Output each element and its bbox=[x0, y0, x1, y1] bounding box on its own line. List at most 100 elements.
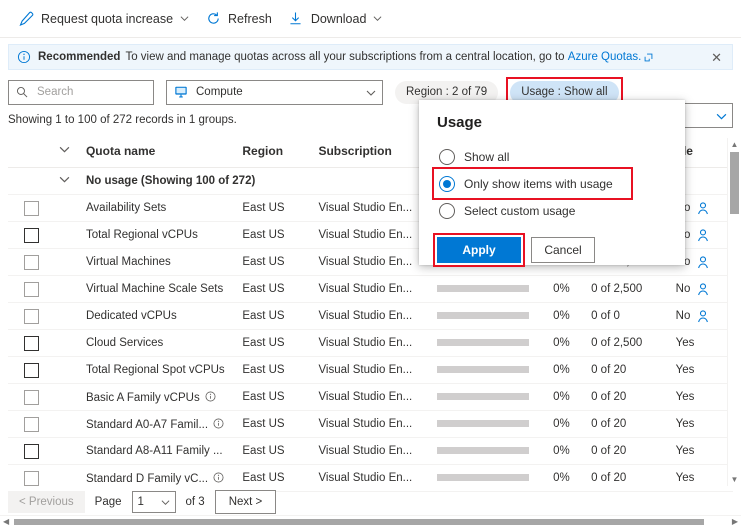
adjustable-label: Yes bbox=[675, 391, 695, 403]
info-circle-icon[interactable] bbox=[205, 391, 216, 402]
table-row[interactable]: Total Regional Spot vCPUs East US Visual S… bbox=[8, 356, 733, 384]
radio-show-all[interactable]: Show all bbox=[437, 143, 667, 170]
person-icon[interactable] bbox=[697, 255, 709, 269]
quota-name-label: Standard A8-A11 Family ... bbox=[85, 445, 223, 457]
close-icon[interactable]: ✕ bbox=[709, 49, 724, 66]
person-icon[interactable] bbox=[697, 282, 709, 296]
cell-usage-bar bbox=[432, 464, 550, 492]
cell-region: East US bbox=[238, 329, 315, 357]
page-count-label: of 3 bbox=[185, 496, 205, 508]
scroll-up-icon[interactable]: ▲ bbox=[730, 140, 739, 149]
row-checkbox[interactable] bbox=[23, 254, 39, 270]
request-quota-increase-button[interactable]: Request quota increase bbox=[10, 5, 197, 33]
quota-name-label: Total Regional Spot vCPUs bbox=[85, 364, 225, 376]
usage-progress-bar bbox=[436, 285, 529, 293]
scroll-down-icon[interactable]: ▼ bbox=[730, 475, 739, 484]
chevron-down-icon[interactable] bbox=[180, 14, 189, 23]
cell-usage-percent: 0% bbox=[549, 437, 588, 465]
vertical-scroll-thumb[interactable] bbox=[730, 152, 739, 214]
row-checkbox[interactable] bbox=[23, 200, 39, 216]
cell-current-limit: 0 of 0 bbox=[587, 302, 672, 330]
cell-region: East US bbox=[238, 464, 315, 492]
usage-progress-bar bbox=[436, 474, 529, 482]
quota-name-label: Virtual Machines bbox=[85, 256, 171, 268]
chevron-down-icon[interactable] bbox=[373, 14, 382, 23]
cancel-button[interactable]: Cancel bbox=[531, 237, 595, 263]
scroll-right-icon[interactable]: ▶ bbox=[732, 517, 738, 527]
horizontal-scroll-thumb[interactable] bbox=[14, 519, 704, 525]
radio-circle-icon[interactable] bbox=[439, 202, 455, 219]
cell-region: East US bbox=[238, 248, 315, 276]
row-checkbox[interactable] bbox=[23, 362, 39, 378]
table-row[interactable]: Cloud Services East US Visual Studio En...… bbox=[8, 329, 733, 357]
row-checkbox-cell bbox=[8, 221, 55, 249]
cell-usage-percent: 0% bbox=[549, 464, 588, 492]
person-icon[interactable] bbox=[697, 201, 709, 215]
chevron-down-icon[interactable] bbox=[59, 174, 70, 185]
table-row[interactable]: Basic A Family vCPUs East US Visual Studio… bbox=[8, 383, 733, 411]
pencil-icon bbox=[18, 11, 34, 27]
info-circle-icon[interactable] bbox=[213, 418, 224, 429]
table-row[interactable]: Dedicated vCPUs East US Visual Studio En..… bbox=[8, 302, 733, 330]
row-checkbox-cell bbox=[8, 275, 55, 303]
person-icon[interactable] bbox=[697, 309, 709, 323]
usage-progress-bar bbox=[436, 339, 529, 347]
info-circle-icon[interactable] bbox=[213, 472, 224, 483]
horizontal-scrollbar[interactable]: ◀ ▶ bbox=[0, 515, 741, 528]
header-region[interactable]: Region bbox=[238, 138, 315, 168]
chevron-down-icon[interactable] bbox=[366, 88, 376, 97]
row-checkbox[interactable] bbox=[23, 308, 39, 324]
vertical-scrollbar[interactable]: ▲ ▼ bbox=[727, 138, 741, 486]
cell-subscription: Visual Studio En... bbox=[314, 410, 433, 438]
flyout-title: Usage bbox=[437, 114, 483, 131]
page-number-select[interactable]: 1 bbox=[131, 491, 176, 513]
next-page-button[interactable]: Next > bbox=[214, 490, 277, 514]
search-input-container[interactable] bbox=[8, 79, 154, 105]
azure-quotas-link[interactable]: Azure Quotas. bbox=[568, 51, 642, 63]
radio-circle-selected-icon[interactable] bbox=[439, 175, 455, 192]
row-indent-cell bbox=[54, 356, 82, 384]
table-row[interactable]: Virtual Machine Scale Sets East US Visual … bbox=[8, 275, 733, 303]
radio-circle-icon[interactable] bbox=[439, 148, 455, 165]
row-indent-cell bbox=[54, 410, 82, 438]
compute-monitor-icon bbox=[174, 85, 188, 99]
table-row[interactable]: Standard A8-A11 Family ... East US Visual … bbox=[8, 437, 733, 465]
radio-only-with-usage[interactable]: Only show items with usage bbox=[432, 167, 633, 200]
radio-custom-usage-label: Select custom usage bbox=[464, 203, 576, 218]
info-circle-icon bbox=[17, 50, 31, 64]
group-expander-cell[interactable] bbox=[54, 167, 82, 195]
table-row[interactable]: Standard A0-A7 Famil... East US Visual Stu… bbox=[8, 410, 733, 438]
row-checkbox[interactable] bbox=[23, 389, 39, 405]
cell-region: East US bbox=[238, 194, 315, 222]
chevron-down-icon[interactable] bbox=[716, 111, 727, 120]
chevron-down-icon[interactable] bbox=[59, 144, 70, 155]
header-expander[interactable] bbox=[54, 138, 82, 168]
search-input[interactable] bbox=[35, 85, 146, 99]
cell-current-limit: 0 of 20 bbox=[587, 356, 672, 384]
apply-button[interactable]: Apply bbox=[437, 237, 521, 263]
row-checkbox[interactable] bbox=[23, 470, 39, 486]
chevron-down-icon[interactable] bbox=[161, 498, 170, 507]
previous-page-button[interactable]: < Previous bbox=[8, 491, 85, 513]
scroll-left-icon[interactable]: ◀ bbox=[3, 517, 9, 527]
row-checkbox[interactable] bbox=[23, 227, 39, 243]
person-icon[interactable] bbox=[697, 228, 709, 242]
refresh-button[interactable]: Refresh bbox=[197, 5, 280, 33]
download-button[interactable]: Download bbox=[280, 5, 391, 33]
radio-custom-usage[interactable]: Select custom usage bbox=[437, 197, 667, 224]
cell-usage-percent: 0% bbox=[549, 329, 588, 357]
radio-show-all-label: Show all bbox=[464, 149, 510, 164]
row-checkbox[interactable] bbox=[23, 416, 39, 432]
table-row[interactable]: Standard D Family vC... East US Visual Stu… bbox=[8, 464, 733, 492]
cell-subscription: Visual Studio En... bbox=[314, 275, 433, 303]
header-quota-name[interactable]: Quota name bbox=[81, 138, 239, 168]
row-checkbox[interactable] bbox=[23, 335, 39, 351]
pagination-bar: < Previous Page 1 of 3 Next > bbox=[8, 490, 277, 514]
provider-dropdown[interactable]: Compute bbox=[166, 79, 383, 105]
quota-name-label: Dedicated vCPUs bbox=[85, 310, 177, 322]
header-subscription[interactable]: Subscription bbox=[314, 138, 433, 168]
quota-name-label: Standard A0-A7 Famil... bbox=[85, 418, 209, 431]
row-checkbox-cell bbox=[8, 329, 55, 357]
row-checkbox[interactable] bbox=[23, 281, 39, 297]
row-checkbox[interactable] bbox=[23, 443, 39, 459]
